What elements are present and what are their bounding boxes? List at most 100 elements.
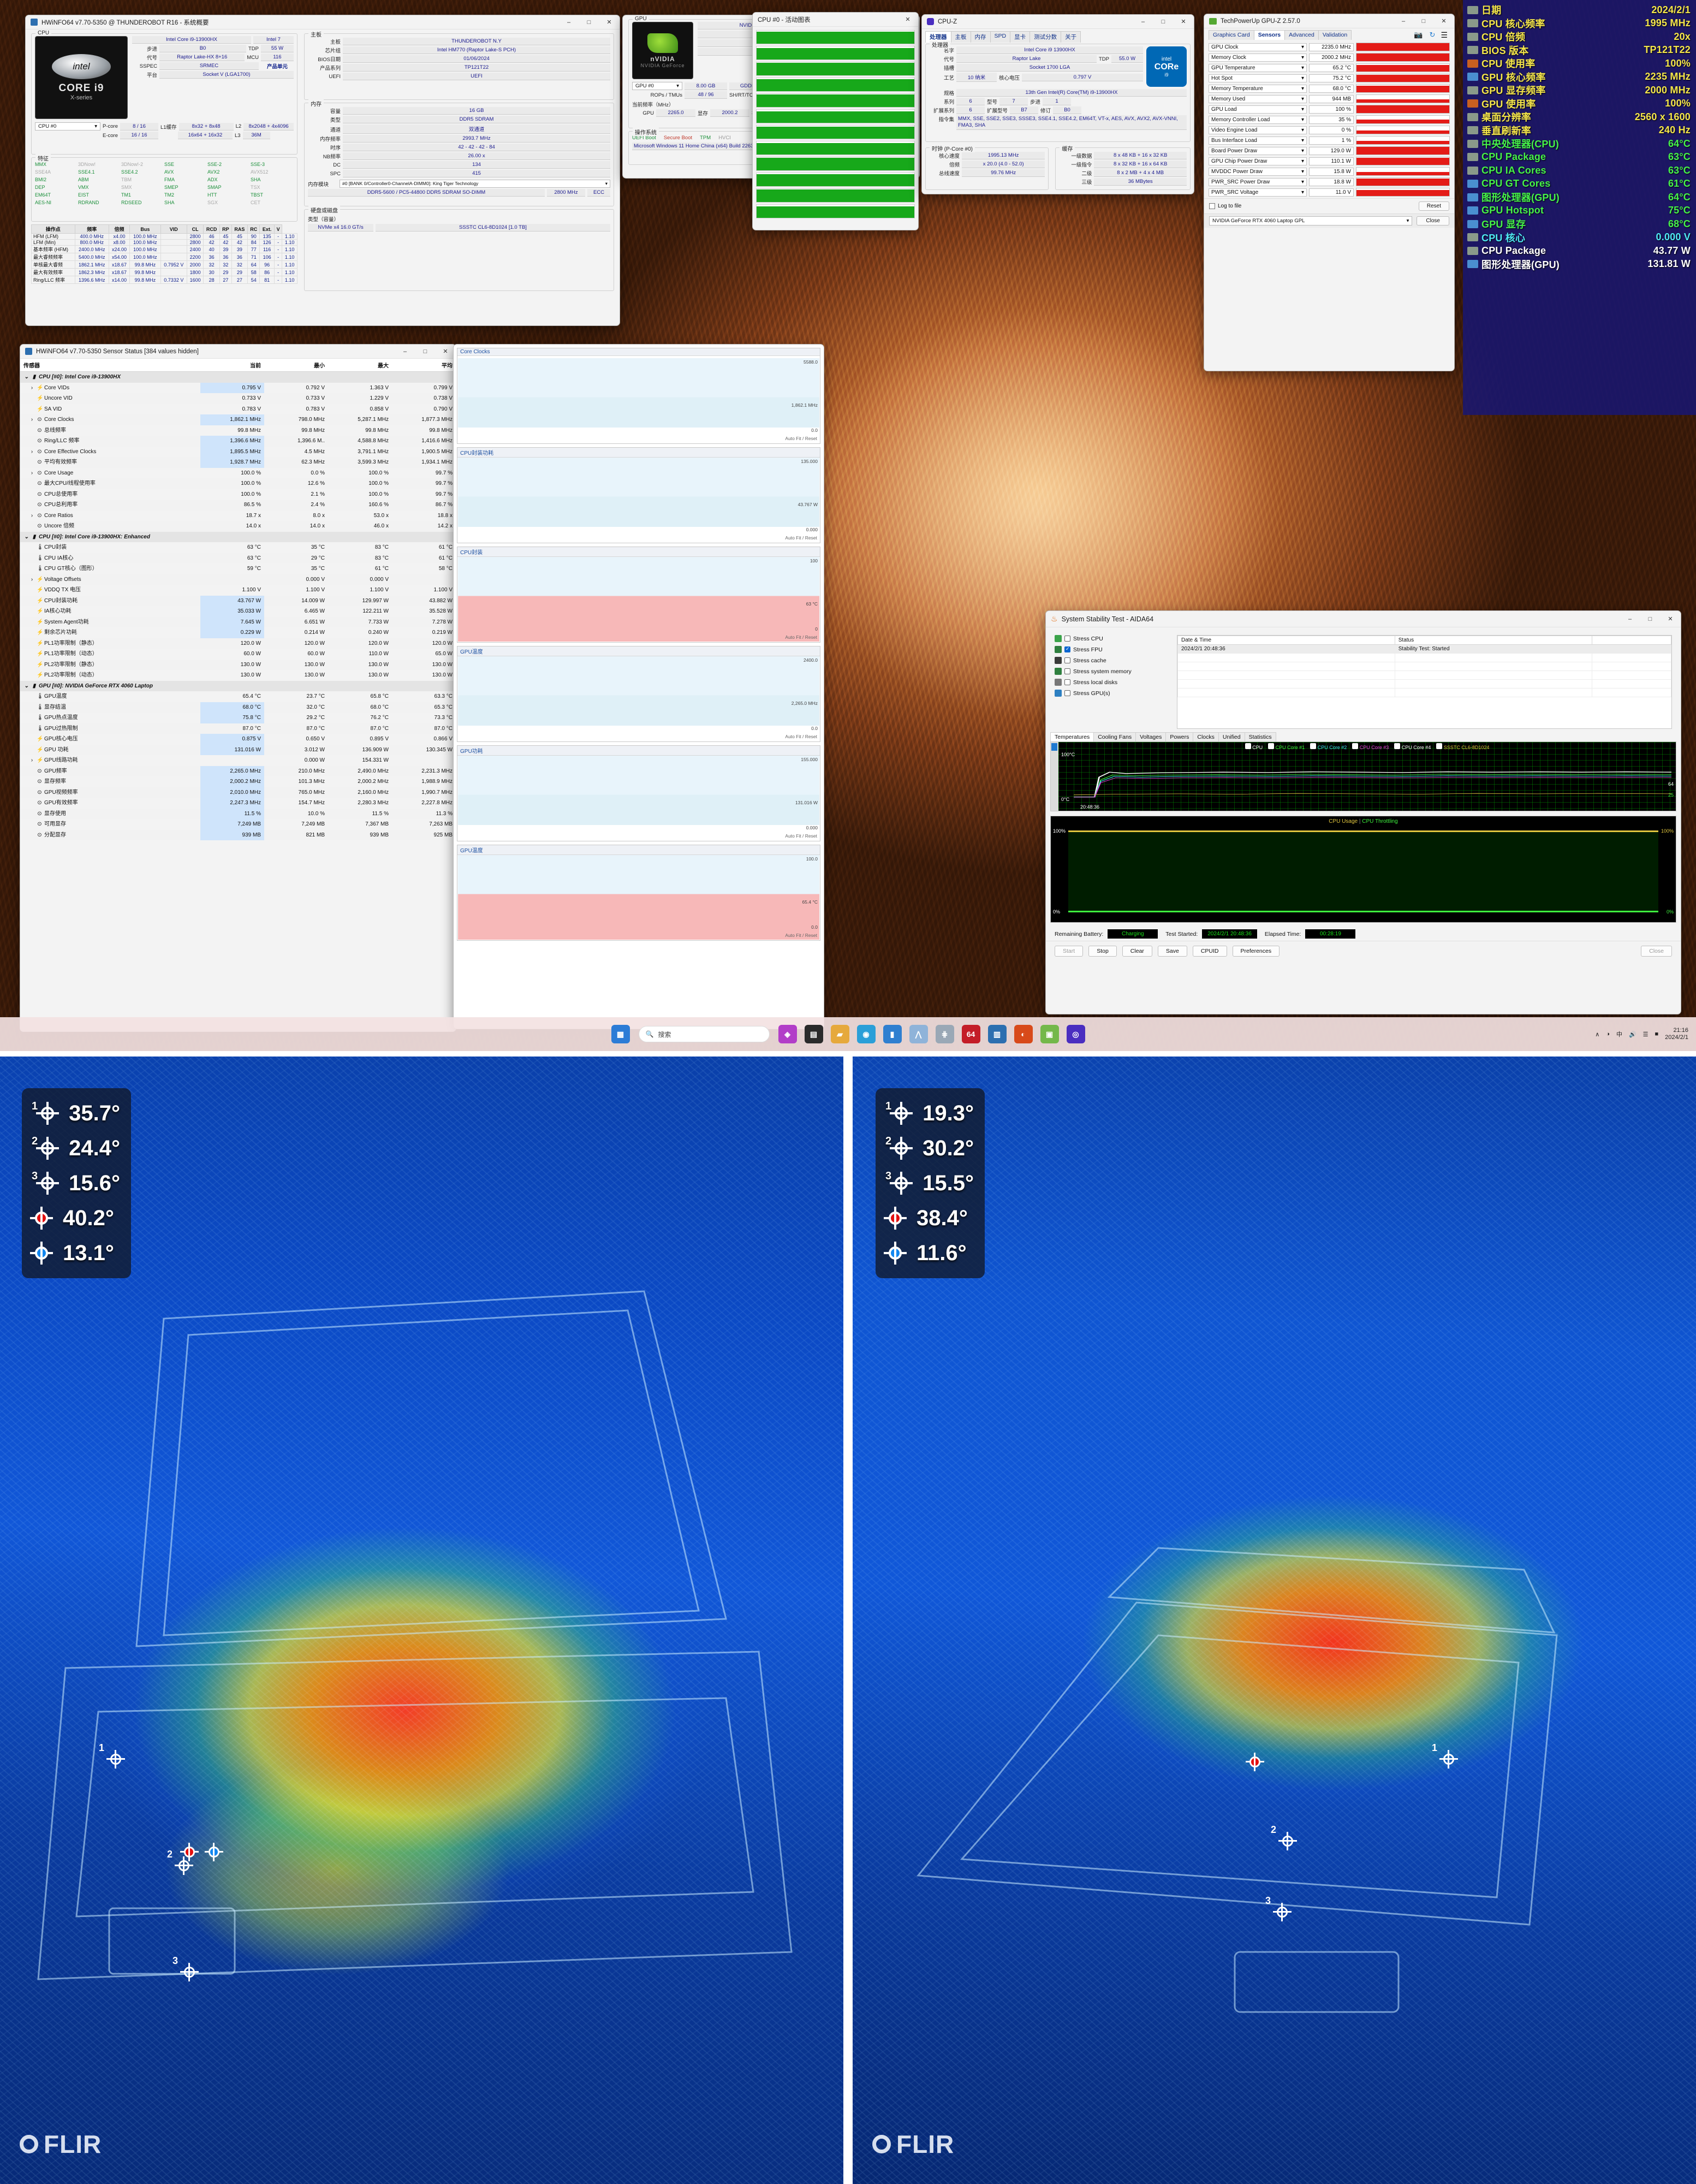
cpuz-titlebar[interactable]: CPU-Z – □ ✕ (922, 15, 1194, 29)
legend-item[interactable]: CPU (1245, 743, 1263, 750)
cpu-select-dropdown[interactable]: CPU #0 ▾ (35, 122, 100, 130)
save-button[interactable]: Save (1157, 946, 1187, 957)
reset-button[interactable]: Reset (1418, 201, 1449, 211)
sensor-group-header[interactable]: ⌄ ▮ CPU [#0]: Intel Core i9-13900HX (20, 372, 456, 383)
legend-checkbox[interactable] (1245, 743, 1251, 749)
graph-autofit[interactable]: Auto Fit / Reset (785, 933, 817, 938)
tab-内存[interactable]: 内存 (970, 31, 991, 43)
legend-checkbox[interactable] (1310, 743, 1317, 749)
sensor-name[interactable]: Bus Interface Load ▾ (1209, 136, 1307, 145)
sensor-name[interactable]: Memory Clock ▾ (1209, 53, 1307, 62)
aida-tab-clocks[interactable]: Clocks (1193, 732, 1219, 741)
refresh-icon[interactable]: ↻ (1430, 31, 1436, 39)
legend-item[interactable]: CPU Core #1 (1268, 743, 1305, 750)
chevron-right-icon[interactable]: › (29, 414, 35, 425)
sensor-name[interactable]: GPU Temperature ▾ (1209, 63, 1307, 72)
chevron-right-icon[interactable]: › (29, 468, 35, 479)
sensor-name[interactable]: Video Engine Load ▾ (1209, 126, 1307, 134)
sensor-name[interactable]: MVDDC Power Draw ▾ (1209, 167, 1307, 176)
sensor-group-header[interactable]: ⌄ ▮ CPU [#0]: Intel Core i9-13900HX: Enhan… (20, 531, 456, 543)
minimize-button[interactable]: – (397, 345, 413, 358)
cpuz-icon[interactable]: ◎ (1066, 1025, 1085, 1043)
tab-advanced[interactable]: Advanced (1284, 30, 1319, 40)
stress-checkbox[interactable] (1064, 646, 1070, 652)
system-tray[interactable]: ∧ ◑ 中 🔊 ☰ ■ 21:16 2024/2/1 (1595, 1027, 1688, 1041)
hamburger-menu-icon[interactable]: ☰ (1441, 31, 1448, 40)
maximize-button[interactable]: □ (581, 16, 597, 29)
sensor-name[interactable]: PWR_SRC Power Draw ▾ (1209, 177, 1307, 186)
sensor-name[interactable]: GPU Chip Power Draw ▾ (1209, 157, 1307, 165)
sensor-name[interactable]: GPU Clock ▾ (1209, 43, 1307, 51)
hwinfo-icon[interactable]: ⋀ (909, 1025, 928, 1043)
tab-显卡[interactable]: 显卡 (1010, 31, 1031, 43)
stress-option[interactable]: Stress system memory (1055, 668, 1169, 675)
close-icon[interactable]: ✕ (900, 13, 916, 26)
tab-SPD[interactable]: SPD (990, 31, 1011, 43)
aida64-stability-window[interactable]: ♨ System Stability Test - AIDA64 – □ ✕ S… (1045, 610, 1681, 1014)
tray-network-icon[interactable]: ☰ (1643, 1031, 1649, 1038)
gpuz-tabs[interactable]: Graphics Card Sensors Advanced Validation (1209, 30, 1411, 40)
graph-autofit[interactable]: Auto Fit / Reset (785, 634, 817, 640)
cpuid-button[interactable]: CPUID (1192, 946, 1227, 957)
tab-sensors[interactable]: Sensors (1253, 30, 1286, 40)
legend-checkbox[interactable] (1352, 743, 1359, 749)
sensor-name[interactable]: Memory Used ▾ (1209, 94, 1307, 103)
stress-option[interactable]: Stress CPU (1055, 635, 1169, 642)
aida64-icon[interactable]: 64 (961, 1025, 980, 1043)
aida-tab-cooling-fans[interactable]: Cooling Fans (1093, 732, 1136, 741)
graph-autofit[interactable]: Auto Fit / Reset (785, 535, 817, 541)
hwinfo-sensor-status-window[interactable]: HWiNFO64 v7.70-5350 Sensor Status [384 v… (20, 344, 456, 1032)
stress-option[interactable]: Stress local disks (1055, 679, 1169, 686)
graph-autofit[interactable]: Auto Fit / Reset (785, 833, 817, 839)
sensor-group-header[interactable]: ⌄ ▮ GPU [#0]: NVIDIA GeForce RTX 4060 Lapt… (20, 680, 456, 691)
close-button[interactable]: ✕ (437, 345, 454, 358)
tab-测试分数[interactable]: 测试分数 (1029, 31, 1062, 43)
aida64-tabs[interactable]: Temperatures Cooling Fans Voltages Powers Cl… (1050, 732, 1676, 741)
chevron-right-icon[interactable]: › (29, 574, 35, 585)
clear-button[interactable]: Clear (1122, 946, 1152, 957)
legend-checkbox[interactable] (1268, 743, 1275, 749)
windows-taskbar[interactable]: ▦ 🔍 搜索 ◈ ▤ ▰ ◉ ▮ ⋀ ⋕ 64 ▥ ◐ ▣ ◎ ∧ ◑ 中 🔊 ☰ ■ 21:16 2… (0, 1017, 1696, 1051)
tray-volume-icon[interactable]: 🔊 (1629, 1031, 1637, 1038)
legend-checkbox[interactable] (1394, 743, 1401, 749)
close-button[interactable]: Close (1641, 946, 1672, 957)
sensor-name[interactable]: Memory Temperature ▾ (1209, 84, 1307, 93)
chevron-right-icon[interactable]: › (29, 755, 35, 766)
copilot-icon[interactable]: ◈ (778, 1025, 797, 1043)
legend-item[interactable]: CPU Core #3 (1352, 743, 1389, 750)
tray-ime-icon[interactable]: 中 (1616, 1030, 1622, 1038)
graph-autofit[interactable]: Auto Fit / Reset (785, 734, 817, 739)
tray-battery-saver-icon[interactable]: ◑ (1606, 1031, 1610, 1037)
camera-icon[interactable]: 📷 (1414, 31, 1423, 39)
gpuz-icon[interactable]: ▣ (1040, 1025, 1059, 1043)
furmark-icon[interactable]: ◐ (1014, 1025, 1033, 1043)
gpuz-titlebar[interactable]: TechPowerUp GPU-Z 2.57.0 – □ ✕ (1204, 14, 1454, 28)
cpuz-window[interactable]: CPU-Z – □ ✕ 处理器 主板 内存 SPD 显卡 测试分数 关于 处理器 名字 In… (921, 14, 1194, 194)
hwinfo-summary-window[interactable]: HWiNFO64 v7.70-5350 @ THUNDEROBOT R16 - … (25, 15, 620, 326)
aida64-titlebar[interactable]: ♨ System Stability Test - AIDA64 – □ ✕ (1046, 611, 1681, 627)
hwinfo-sensors-icon[interactable]: ⋕ (935, 1025, 954, 1043)
log-to-file-checkbox[interactable] (1209, 203, 1215, 209)
aida-tab-voltages[interactable]: Voltages (1135, 732, 1167, 741)
tab-关于[interactable]: 关于 (1061, 31, 1081, 43)
minimize-button[interactable]: – (1622, 613, 1638, 626)
start-icon[interactable]: ▦ (611, 1025, 630, 1043)
stop-button[interactable]: Stop (1088, 946, 1117, 957)
graph-autofit[interactable]: Auto Fit / Reset (785, 436, 817, 441)
temp-scroll-thumb[interactable] (1051, 743, 1057, 751)
minimize-button[interactable]: – (1135, 15, 1151, 28)
close-button[interactable]: ✕ (601, 16, 617, 29)
store-icon[interactable]: ▮ (883, 1025, 902, 1043)
legend-item[interactable]: SSSTC CL6-8D1024 (1436, 743, 1489, 750)
gpu-device-dropdown[interactable]: NVIDIA GeForce RTX 4060 Laptop GPL ▾ (1209, 216, 1413, 225)
stress-option[interactable]: Stress GPU(s) (1055, 690, 1169, 697)
hwinfo-summary-titlebar[interactable]: HWiNFO64 v7.70-5350 @ THUNDEROBOT R16 - … (26, 15, 620, 29)
perf-titlebar[interactable]: CPU #0 - 活动图表 ✕ (753, 13, 918, 27)
chevron-down-icon[interactable]: ⌄ (23, 372, 29, 383)
notebook-icon[interactable]: ▤ (804, 1025, 823, 1043)
chevron-right-icon[interactable]: › (29, 511, 35, 521)
chevron-down-icon[interactable]: ⌄ (23, 532, 29, 543)
close-button[interactable]: ✕ (1175, 15, 1192, 28)
maximize-button[interactable]: □ (417, 345, 433, 358)
aida-tab-statistics[interactable]: Statistics (1244, 732, 1276, 741)
